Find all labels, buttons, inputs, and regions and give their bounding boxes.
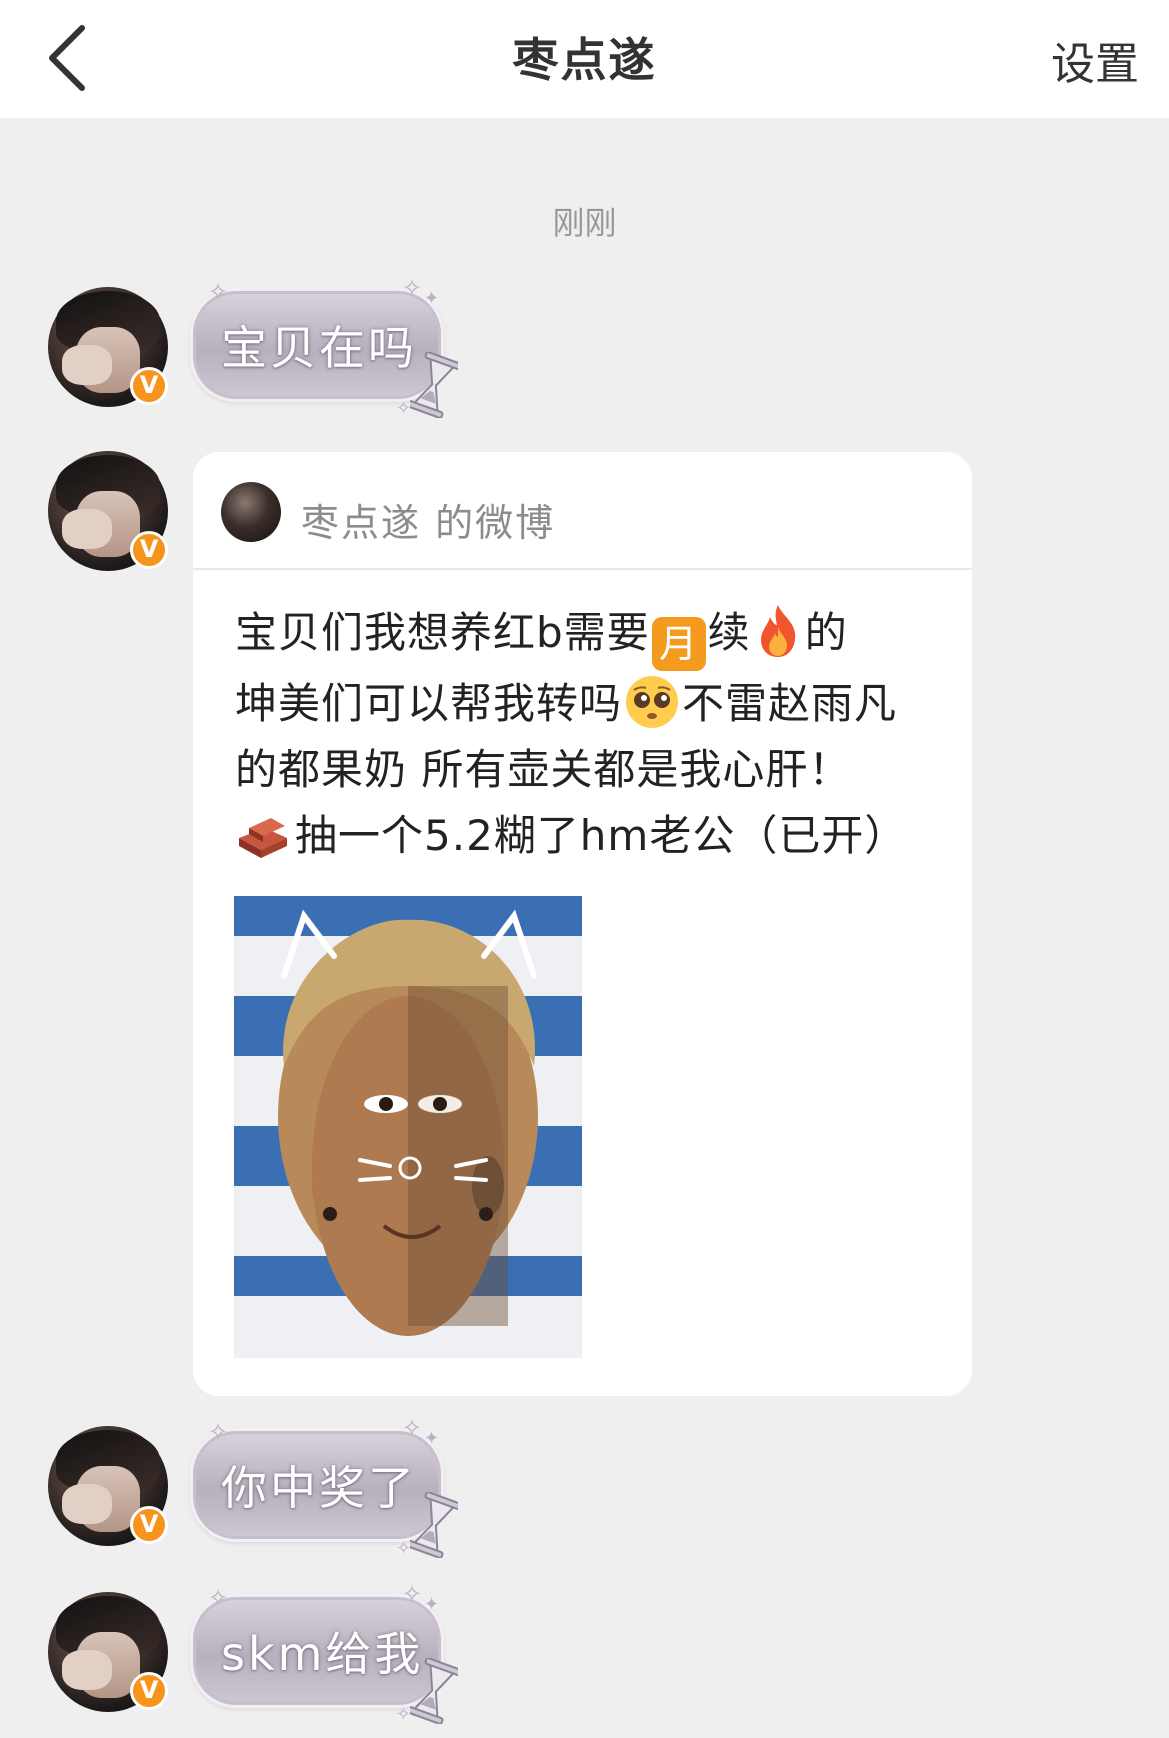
- hourglass-icon: [410, 1492, 458, 1558]
- sparkle-icon: ✧: [208, 1584, 229, 1612]
- verified-badge-icon: V: [130, 367, 168, 405]
- verified-badge-icon: V: [130, 1506, 168, 1544]
- conversation-title: 枣点遂: [512, 33, 657, 87]
- sparkle-icon: ✦: [424, 1428, 440, 1449]
- chat-screen: 枣点遂 设置 刚刚 V 宝贝在吗 ✧ ✧ ✦ ✧ V 枣点遂 的微博 宝贝们我想…: [0, 0, 1169, 1738]
- message-bubble[interactable]: skm给我: [190, 1594, 444, 1708]
- sparkle-icon: ✧: [208, 278, 229, 306]
- verified-badge-icon: V: [130, 1672, 168, 1710]
- brick-emoji-icon: [239, 818, 287, 858]
- card-source-label: 枣点遂 的微博: [301, 501, 556, 545]
- message-text: skm给我: [221, 1627, 424, 1681]
- sparkle-icon: ✧: [396, 1538, 412, 1559]
- sparkle-icon: ✧: [402, 1414, 423, 1442]
- author-avatar: [221, 482, 281, 542]
- post-image[interactable]: [234, 896, 582, 1358]
- post-text-line: 宝贝们我想养红b需要月续的: [235, 600, 945, 671]
- post-text-line: 坤美们可以帮我转吗 不雷赵雨凡: [235, 671, 945, 737]
- card-header: 枣点遂 的微博: [193, 452, 972, 570]
- message-text: 宝贝在吗: [221, 321, 417, 375]
- fire-emoji-icon: [760, 605, 795, 657]
- settings-button[interactable]: 设置: [1051, 28, 1139, 92]
- pleading-face-emoji-icon: [626, 676, 679, 728]
- sparkle-icon: ✧: [396, 1704, 412, 1725]
- message-timestamp: 刚刚: [552, 204, 617, 242]
- message-bubble[interactable]: 你中奖了: [190, 1428, 444, 1542]
- sender-avatar[interactable]: V: [48, 287, 168, 407]
- message-text: 你中奖了: [221, 1461, 417, 1515]
- post-photo: [234, 896, 582, 1358]
- sparkle-icon: ✦: [424, 288, 440, 309]
- sender-avatar[interactable]: V: [48, 1592, 168, 1712]
- post-text-line: 的都果奶 所有壶关都是我心肝！: [235, 745, 852, 794]
- post-text-line: 抽一个5.2糊了hm老公（已开）: [235, 803, 945, 869]
- post-text: 宝贝们我想养红b需要月续的 坤美们可以帮我转吗 不雷赵雨凡 的都果奶 所有壶关都是…: [235, 600, 945, 869]
- sparkle-icon: ✦: [424, 1594, 440, 1615]
- sender-avatar[interactable]: V: [48, 451, 168, 571]
- moon-emoji-icon: 月: [651, 617, 706, 671]
- sparkle-icon: ✧: [396, 398, 412, 419]
- sparkle-icon: ✧: [402, 1580, 423, 1608]
- verified-badge-icon: V: [130, 531, 168, 569]
- hourglass-icon: [410, 352, 458, 418]
- top-nav-bar: 枣点遂 设置: [0, 0, 1169, 118]
- sender-avatar[interactable]: V: [48, 1426, 168, 1546]
- sparkle-icon: ✧: [402, 274, 423, 302]
- message-bubble[interactable]: 宝贝在吗: [190, 288, 444, 402]
- shared-weibo-card[interactable]: 枣点遂 的微博 宝贝们我想养红b需要月续的 坤美们可以帮我转吗 不雷赵雨凡 的都果…: [193, 452, 972, 1396]
- sparkle-icon: ✧: [208, 1418, 229, 1446]
- hourglass-icon: [410, 1658, 458, 1724]
